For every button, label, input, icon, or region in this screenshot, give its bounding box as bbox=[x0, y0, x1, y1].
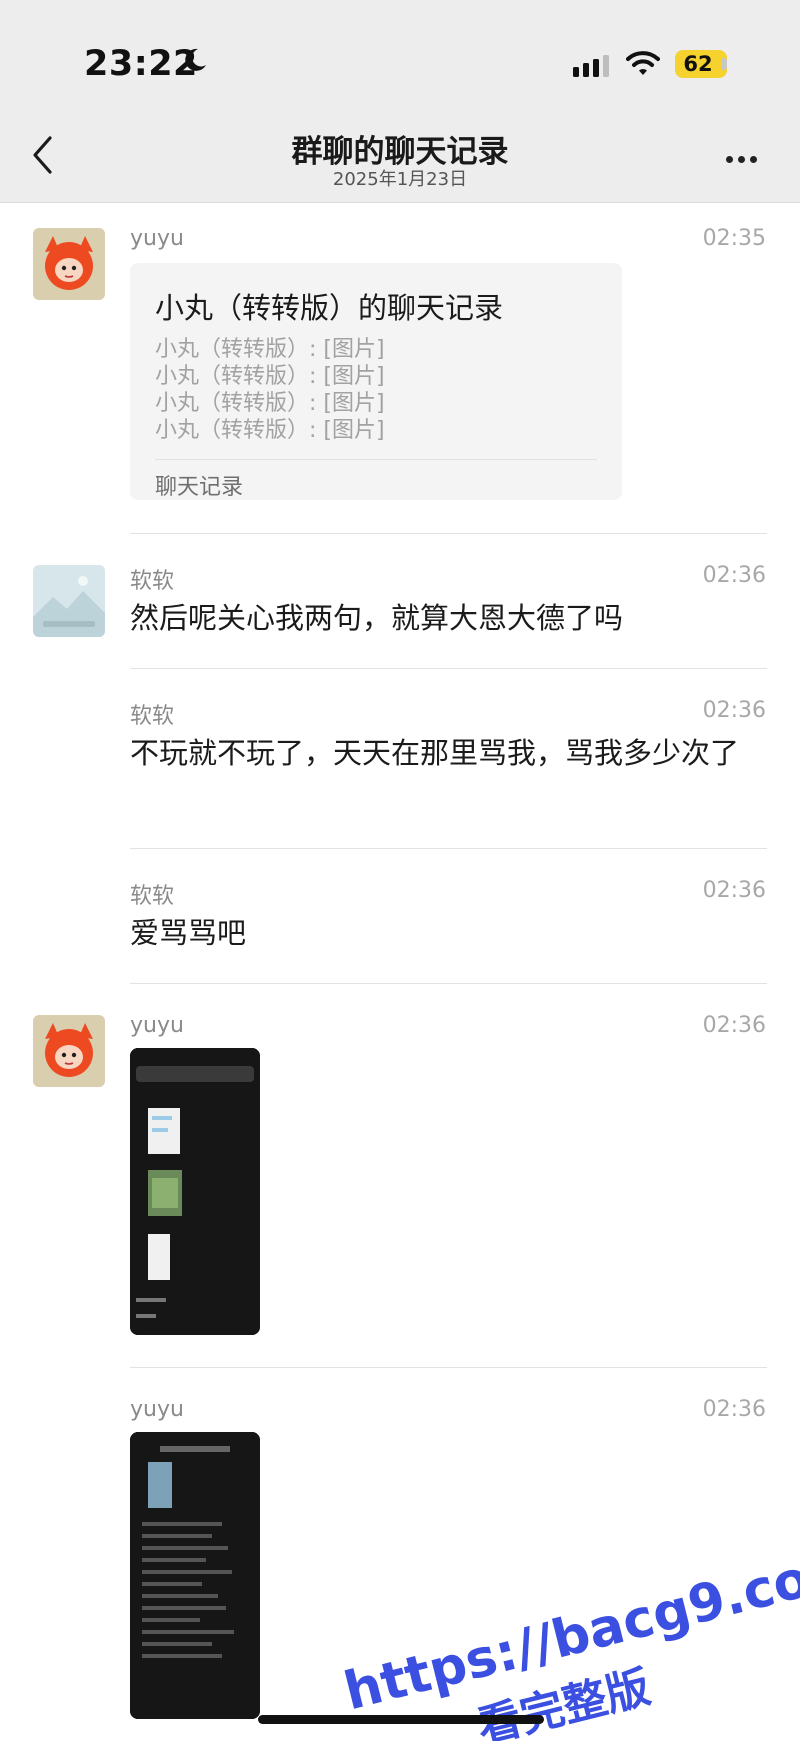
sender-name: yuyu bbox=[130, 1013, 184, 1038]
message-time: 02:36 bbox=[702, 1397, 766, 1422]
chat-record-footer: 聊天记录 bbox=[155, 475, 244, 500]
battery-indicator: 62 bbox=[675, 50, 727, 78]
message-time: 02:36 bbox=[702, 878, 766, 903]
moon-icon bbox=[185, 48, 206, 71]
avatar-ruanruan[interactable] bbox=[33, 565, 105, 637]
message-time: 02:35 bbox=[702, 226, 766, 251]
message-time: 02:36 bbox=[702, 1013, 766, 1038]
page-date: 2025年1月23日 bbox=[332, 169, 468, 190]
watermark-url: https://bacg9.com bbox=[339, 1545, 800, 1722]
message-divider bbox=[130, 848, 767, 849]
more-options-icon[interactable] bbox=[726, 148, 762, 167]
watermark: https://bacg9.com 看完整版 bbox=[338, 1545, 800, 1741]
message-time: 02:36 bbox=[702, 563, 766, 588]
home-indicator[interactable] bbox=[258, 1715, 544, 1724]
sender-name: yuyu bbox=[130, 226, 184, 251]
sender-name: yuyu bbox=[130, 1397, 184, 1422]
chat-record-line: 小丸（转转版）: [图片] bbox=[155, 418, 385, 443]
avatar-yuyu[interactable] bbox=[33, 1015, 105, 1087]
sender-name: 软软 bbox=[130, 704, 175, 729]
message-divider bbox=[130, 1367, 767, 1368]
chat-screenshot-image bbox=[130, 1432, 260, 1719]
status-time: 23:22 bbox=[84, 44, 198, 84]
sender-name: 软软 bbox=[130, 569, 175, 594]
chat-screenshot-image bbox=[130, 1048, 260, 1335]
watermark-slogan: 看完整版 bbox=[472, 1661, 655, 1741]
avatar-yuyu[interactable] bbox=[33, 228, 105, 300]
chat-record-divider bbox=[155, 459, 597, 460]
message-divider bbox=[130, 668, 767, 669]
message-divider bbox=[130, 533, 767, 534]
battery-level: 62 bbox=[683, 52, 713, 76]
chat-record-card[interactable]: 小丸（转转版）的聊天记录 小丸（转转版）: [图片] 小丸（转转版）: [图片]… bbox=[130, 263, 622, 500]
message-text: 爱骂骂吧 bbox=[130, 916, 247, 950]
message-divider bbox=[130, 983, 767, 984]
chat-record-title: 小丸（转转版）的聊天记录 bbox=[155, 291, 504, 325]
message-text: 不玩就不玩了，天天在那里骂我，骂我多少次了 bbox=[130, 736, 740, 770]
battery-tip bbox=[722, 58, 727, 70]
cellular-signal-icon bbox=[573, 55, 609, 77]
message-text: 然后呢关心我两句，就算大恩大德了吗 bbox=[130, 601, 624, 635]
message-time: 02:36 bbox=[702, 698, 766, 723]
sender-name: 软软 bbox=[130, 884, 175, 909]
image-message[interactable] bbox=[130, 1048, 260, 1335]
wifi-icon bbox=[626, 51, 660, 75]
image-message[interactable] bbox=[130, 1432, 260, 1719]
